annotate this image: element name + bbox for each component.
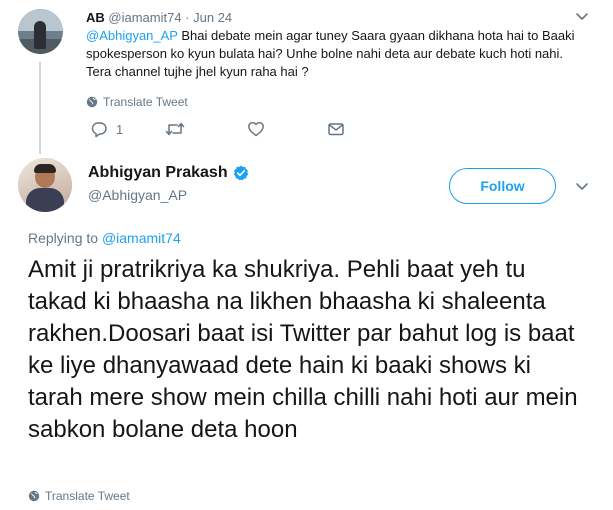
retweet-icon [165,122,185,136]
avatar-hair [34,164,56,173]
reply-icon [91,122,107,138]
follow-button[interactable]: Follow [449,168,556,204]
reply-count: 1 [116,121,124,137]
reply-button[interactable]: 1 [90,120,123,138]
reply-header: AB @iamamit74 · Jun 24 [86,10,232,25]
replying-to-handle[interactable]: @iamamit74 [102,230,181,246]
globe-icon [28,490,40,502]
like-icon [248,121,264,137]
direct-message-button[interactable] [327,120,345,138]
reply-mention-link[interactable]: @Abhigyan_AP [86,28,178,43]
main-author-avatar[interactable] [18,158,72,212]
main-translate-link[interactable]: Translate Tweet [28,489,130,503]
dm-icon [328,123,344,136]
main-author-name: Abhigyan Prakash [88,164,228,181]
replying-to: Replying to @iamamit74 [28,230,181,246]
avatar-person [34,21,46,49]
avatar-body [26,188,64,212]
globe-icon [86,96,98,108]
reply-translate-link[interactable]: Translate Tweet [86,95,188,109]
reply-author-meta[interactable]: @iamamit74 · Jun 24 [108,10,232,25]
reply-translate-label: Translate Tweet [103,95,188,109]
reply-author-name[interactable]: AB [86,10,105,25]
like-button[interactable] [247,120,265,138]
main-author-name-row[interactable]: Abhigyan Prakash [88,164,249,182]
main-author-handle[interactable]: @Abhigyan_AP [88,187,187,203]
chevron-down-icon[interactable] [575,182,589,192]
verified-badge-icon [233,165,248,181]
main-translate-label: Translate Tweet [45,489,130,503]
main-tweet-text: Amit ji pratrikriya ka shukriya. Pehli b… [28,256,578,443]
chevron-down-icon[interactable] [575,12,589,22]
retweet-button[interactable] [164,120,186,138]
thread-connector-line [39,62,41,154]
replying-to-label: Replying to [28,230,102,246]
reply-author-avatar[interactable] [18,9,63,54]
reply-tweet-text: @Abhigyan_AP Bhai debate mein agar tuney… [86,27,586,81]
